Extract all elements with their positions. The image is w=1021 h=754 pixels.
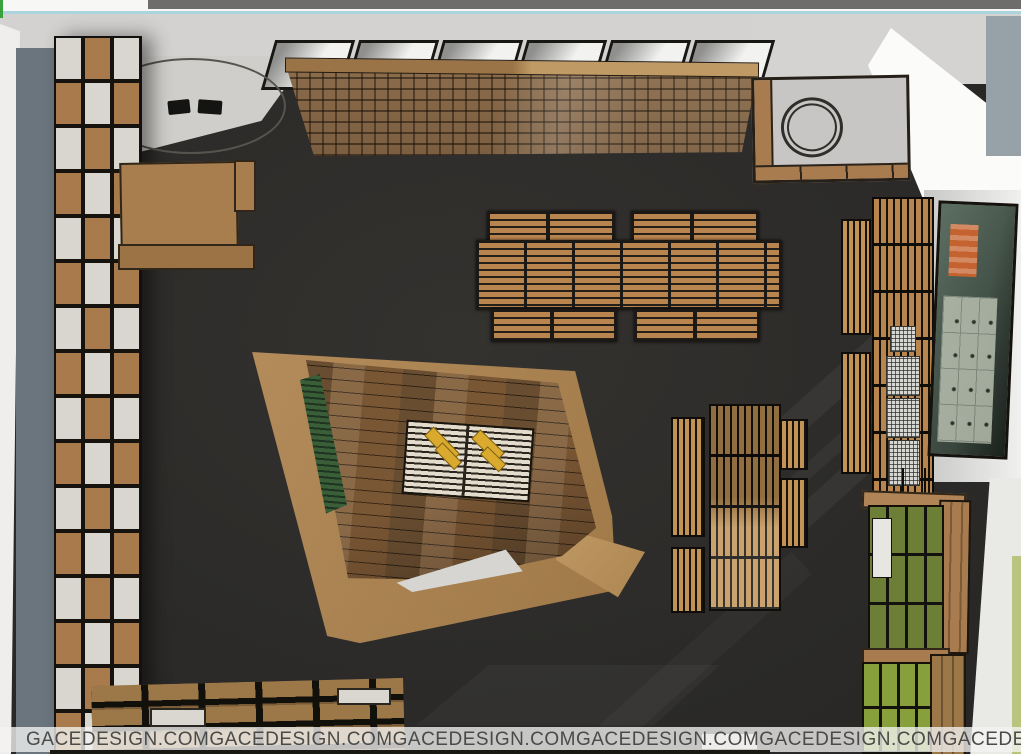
poster-thumbnail-grid [937, 296, 997, 444]
vertical-slat-bench [780, 419, 808, 470]
white-crate [150, 708, 206, 727]
slat-display-table-large [476, 240, 782, 310]
vertical-slat-bench [671, 417, 705, 537]
watermark-text: GACEDESIGN.COM [26, 727, 209, 752]
watermark-text: GACEDESIGN.COM [393, 727, 576, 752]
watermark-text: GACEDESIGN.COM [576, 727, 759, 752]
left-blue-gray-wall [16, 48, 58, 754]
watermark-text: GACEDESIGN.COM [943, 727, 1021, 752]
store-interior-render: GACEDESIGN.COM GACEDESIGN.COM GACEDESIGN… [0, 0, 1021, 754]
vertical-slat-bench [841, 352, 871, 474]
chair-top-view-icon [198, 99, 223, 115]
top-dark-strip [148, 0, 1021, 9]
mesh-basket [890, 326, 916, 352]
platform-display-table [402, 420, 535, 503]
top-cyan-line [0, 11, 1021, 14]
watermark-band: GACEDESIGN.COM GACEDESIGN.COM GACEDESIGN… [0, 727, 1021, 752]
cubby-shelf-wall [54, 36, 142, 754]
wall-poster [927, 200, 1018, 459]
poster-orange-block [948, 224, 978, 277]
vertical-slat-table-large [709, 404, 781, 611]
watermark-text: GACEDESIGN.COM [209, 727, 392, 752]
service-counter [751, 75, 911, 184]
mesh-basket [888, 440, 920, 486]
top-left-green-tick [0, 0, 3, 18]
floor-light-patch [390, 665, 720, 725]
locker-white-cell [872, 518, 892, 578]
right-top-wall [986, 16, 1021, 156]
mesh-basket [886, 356, 920, 396]
cashier-desk-front [118, 244, 255, 270]
mesh-basket [886, 398, 920, 438]
cashier-desk-top [119, 161, 238, 249]
right-edge-green-strip [1012, 556, 1021, 754]
slat-bench [491, 309, 617, 342]
vertical-slat-bench [841, 219, 871, 335]
cashier-desk-return [234, 160, 256, 212]
watermark-text: GACEDESIGN.COM [759, 727, 942, 752]
vertical-slat-bench [780, 478, 808, 548]
chair-top-view-icon [167, 99, 190, 115]
white-crate [337, 688, 391, 705]
vertical-slat-bench [671, 547, 705, 613]
bottom-crate-edge-strip [50, 750, 770, 754]
slat-bench [634, 309, 760, 342]
counter-wood-front [756, 163, 908, 181]
